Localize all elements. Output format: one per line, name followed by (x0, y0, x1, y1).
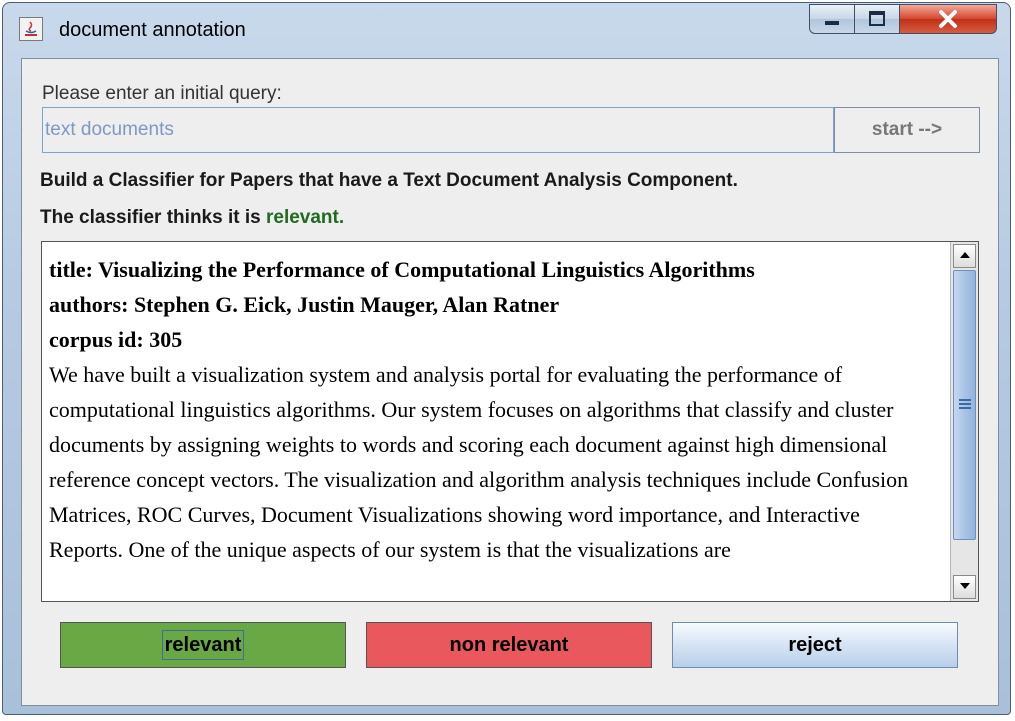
verdict-label: relevant. (265, 207, 345, 228)
document-view[interactable]: title: Visualizing the Performance of Co… (41, 241, 979, 602)
document-corpus-id: corpus id: 305 (49, 327, 183, 352)
classifier-verdict: The classifier thinks it is relevant. (40, 207, 344, 229)
maximize-button[interactable] (854, 4, 900, 34)
vertical-scrollbar[interactable] (950, 242, 978, 601)
query-input[interactable] (42, 107, 834, 153)
arrow-down-icon (959, 583, 970, 589)
minimize-button[interactable] (809, 4, 855, 34)
window-title: document annotation (59, 19, 246, 41)
document-abstract: We have built a visualization system and… (49, 362, 909, 562)
title-bar[interactable]: document annotation (3, 3, 1010, 55)
main-panel: Please enter an initial query: start -->… (21, 58, 999, 706)
document-authors: authors: Stephen G. Eick, Justin Mauger,… (49, 292, 560, 317)
grip-icon (959, 399, 971, 409)
query-label: Please enter an initial query: (42, 83, 282, 104)
reject-button[interactable]: reject (672, 622, 958, 668)
scroll-thumb[interactable] (953, 270, 976, 540)
relevant-button[interactable]: relevant (60, 622, 346, 668)
verdict-prefix: The classifier thinks it is (40, 207, 261, 228)
scroll-down-button[interactable] (953, 575, 976, 599)
arrow-up-icon (959, 252, 970, 258)
relevant-button-label: relevant (161, 629, 245, 660)
app-window: document annotation Please enter an init… (2, 2, 1011, 715)
start-button[interactable]: start --> (834, 107, 980, 153)
java-app-icon[interactable] (19, 17, 43, 41)
document-text: title: Visualizing the Performance of Co… (49, 252, 939, 567)
close-button[interactable] (899, 4, 997, 34)
scroll-up-button[interactable] (953, 244, 976, 268)
document-title: title: Visualizing the Performance of Co… (49, 257, 755, 282)
task-description: Build a Classifier for Papers that have … (40, 170, 738, 191)
non-relevant-button[interactable]: non relevant (366, 622, 652, 668)
